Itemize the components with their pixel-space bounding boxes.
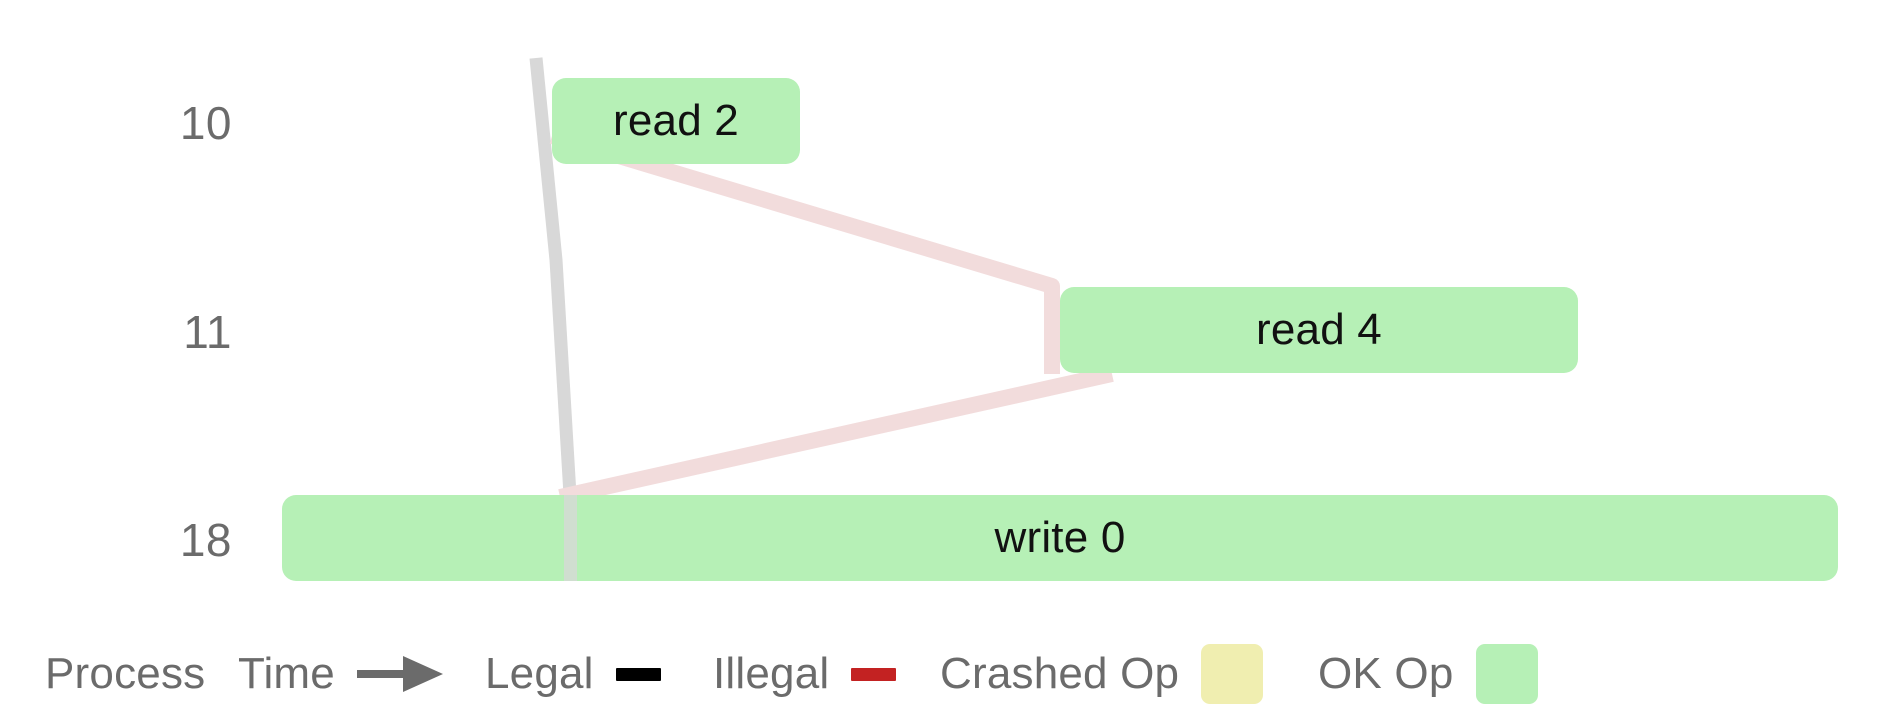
process-label-11: 11	[183, 306, 232, 358]
legend-item-process: Process	[45, 620, 205, 728]
process-label-10: 10	[179, 97, 232, 149]
operation-bar-read-4[interactable]: read 4	[1060, 287, 1578, 373]
arrow-right-icon	[356, 656, 443, 692]
legend-item-crashed-op: Crashed Op	[940, 620, 1264, 728]
operation-label-read-2: read 2	[613, 96, 739, 145]
diagram-canvas: 10 11 18 read 2 read 4 write 0	[0, 0, 1878, 620]
legend-label-crashed-op: Crashed Op	[940, 649, 1180, 698]
crashed-op-swatch	[1201, 644, 1264, 704]
legend-item-illegal: Illegal	[713, 620, 897, 728]
operation-label-read-4: read 4	[1256, 305, 1382, 354]
legend-label-legal: Legal	[485, 649, 594, 698]
legend-label-illegal: Illegal	[713, 649, 830, 698]
dependency-edge-read2-read4	[549, 128, 1060, 374]
operation-bar-read-2[interactable]: read 2	[552, 78, 800, 164]
operation-label-write-0: write 0	[994, 513, 1126, 562]
dependency-edge-read4-write0	[558, 366, 1114, 505]
legend: Process Time Legal Illegal Crashed Op OK…	[0, 620, 1878, 728]
realtime-tick-op-write-0	[564, 495, 577, 581]
legal-line-swatch	[615, 667, 661, 681]
operation-bar-write-0[interactable]: write 0	[282, 495, 1838, 581]
elle-history-diagram: 10 11 18 read 2 read 4 write 0 Process T…	[0, 0, 1878, 728]
legend-label-process: Process	[45, 649, 206, 698]
ok-op-swatch	[1475, 644, 1538, 704]
illegal-line-swatch	[851, 667, 897, 681]
process-label-18: 18	[179, 514, 232, 566]
legend-item-time: Time	[238, 620, 445, 728]
legend-label-time: Time	[238, 649, 335, 698]
legend-item-legal: Legal	[485, 620, 661, 728]
legend-label-ok-op: OK Op	[1318, 649, 1454, 698]
legend-item-ok-op: OK Op	[1318, 620, 1538, 728]
